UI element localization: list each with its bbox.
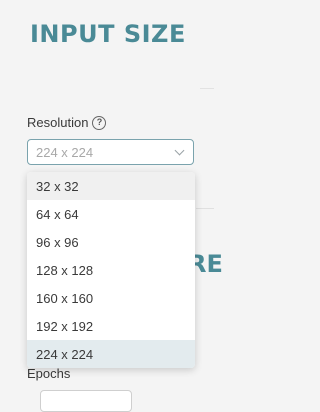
- section-divider: [200, 88, 214, 89]
- dropdown-option-160[interactable]: 160 x 160: [27, 284, 195, 312]
- dropdown-option-64[interactable]: 64 x 64: [27, 200, 195, 228]
- dropdown-option-128[interactable]: 128 x 128: [27, 256, 195, 284]
- dropdown-option-192[interactable]: 192 x 192: [27, 312, 195, 340]
- resolution-label-row: Resolution ?: [27, 115, 107, 130]
- help-icon[interactable]: ?: [92, 115, 107, 130]
- background-divider: [196, 208, 214, 209]
- resolution-select[interactable]: 224 x 224: [27, 139, 194, 165]
- dropdown-option-96[interactable]: 96 x 96: [27, 228, 195, 256]
- epochs-input[interactable]: [40, 390, 132, 412]
- resolution-dropdown-menu: 32 x 32 64 x 64 96 x 96 128 x 128 160 x …: [27, 172, 195, 368]
- epochs-label: Epochs: [27, 366, 71, 381]
- resolution-select-value: 224 x 224: [36, 144, 94, 160]
- dropdown-option-32[interactable]: 32 x 32: [27, 172, 195, 200]
- chevron-down-icon: [174, 145, 185, 156]
- section-title: INPUT SIZE: [30, 20, 186, 48]
- resolution-label: Resolution: [27, 115, 89, 130]
- dropdown-option-224[interactable]: 224 x 224: [27, 340, 195, 368]
